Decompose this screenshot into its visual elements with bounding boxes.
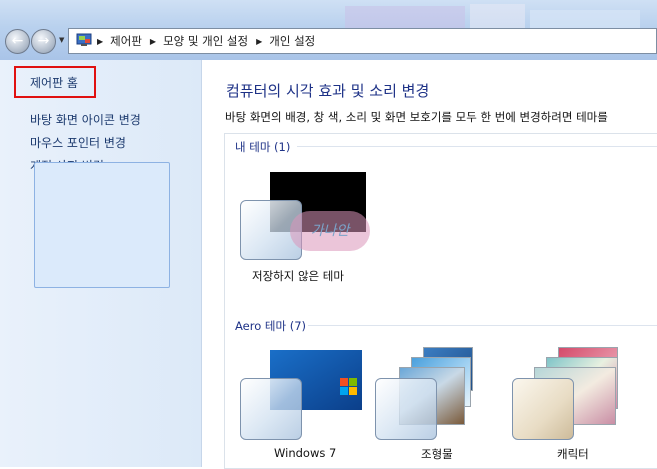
theme-characters[interactable]: 캐릭터: [510, 345, 657, 461]
theme-architecture[interactable]: 조형물: [375, 345, 505, 461]
control-panel-icon: [76, 33, 92, 46]
window-titlebar: ← → ▼ ▶ 제어판 ▶ 모양 및 개인 설정 ▶ 개인 설정: [0, 0, 657, 60]
chevron-right-icon[interactable]: ▶: [97, 37, 103, 46]
theme-preview-window: [375, 378, 437, 440]
background-blur: [345, 6, 465, 28]
address-bar[interactable]: ▶ 제어판 ▶ 모양 및 개인 설정 ▶ 개인 설정: [68, 28, 657, 54]
forward-button[interactable]: →: [31, 29, 56, 54]
sidebar-item-control-panel-home[interactable]: 제어판 홈: [30, 74, 78, 91]
back-button[interactable]: ←: [5, 29, 30, 54]
breadcrumb-personalization[interactable]: 개인 설정: [269, 33, 315, 49]
chevron-right-icon[interactable]: ▶: [150, 37, 156, 46]
theme-label: 조형물: [421, 447, 453, 461]
breadcrumb: ▶ 제어판 ▶ 모양 및 개인 설정 ▶ 개인 설정: [97, 33, 323, 49]
theme-windows-7[interactable]: Windows 7: [238, 350, 368, 460]
theme-preview-window: [512, 378, 574, 440]
theme-label: 저장하지 않은 테마: [252, 269, 344, 283]
forward-arrow-icon: →: [37, 33, 50, 49]
watermark-logo: 가나안: [290, 211, 370, 251]
breadcrumb-appearance[interactable]: 모양 및 개인 설정: [163, 33, 248, 49]
group-divider: [297, 146, 657, 147]
group-aero-themes: Aero 테마 (7): [235, 319, 307, 333]
sidebar-item-mouse-pointers[interactable]: 마우스 포인터 변경: [30, 134, 126, 151]
background-blur: [530, 10, 640, 30]
page-description: 바탕 화면의 배경, 창 색, 소리 및 화면 보호기를 모두 한 번에 변경하…: [225, 110, 608, 124]
breadcrumb-control-panel[interactable]: 제어판: [110, 33, 142, 49]
background-blur: [470, 4, 525, 30]
theme-unsaved[interactable]: [34, 162, 170, 288]
group-my-themes: 내 테마 (1): [235, 140, 291, 154]
page-title: 컴퓨터의 시각 효과 및 소리 변경: [226, 82, 430, 100]
theme-label: Windows 7: [274, 446, 337, 460]
theme-preview-window: [240, 378, 302, 440]
back-arrow-icon: ←: [11, 33, 24, 49]
sidebar-item-desktop-icons[interactable]: 바탕 화면 아이콘 변경: [30, 111, 141, 128]
chevron-right-icon[interactable]: ▶: [256, 37, 262, 46]
recent-pages-dropdown-icon[interactable]: ▼: [59, 36, 64, 44]
theme-label: 캐릭터: [557, 447, 589, 461]
group-divider: [308, 325, 657, 326]
